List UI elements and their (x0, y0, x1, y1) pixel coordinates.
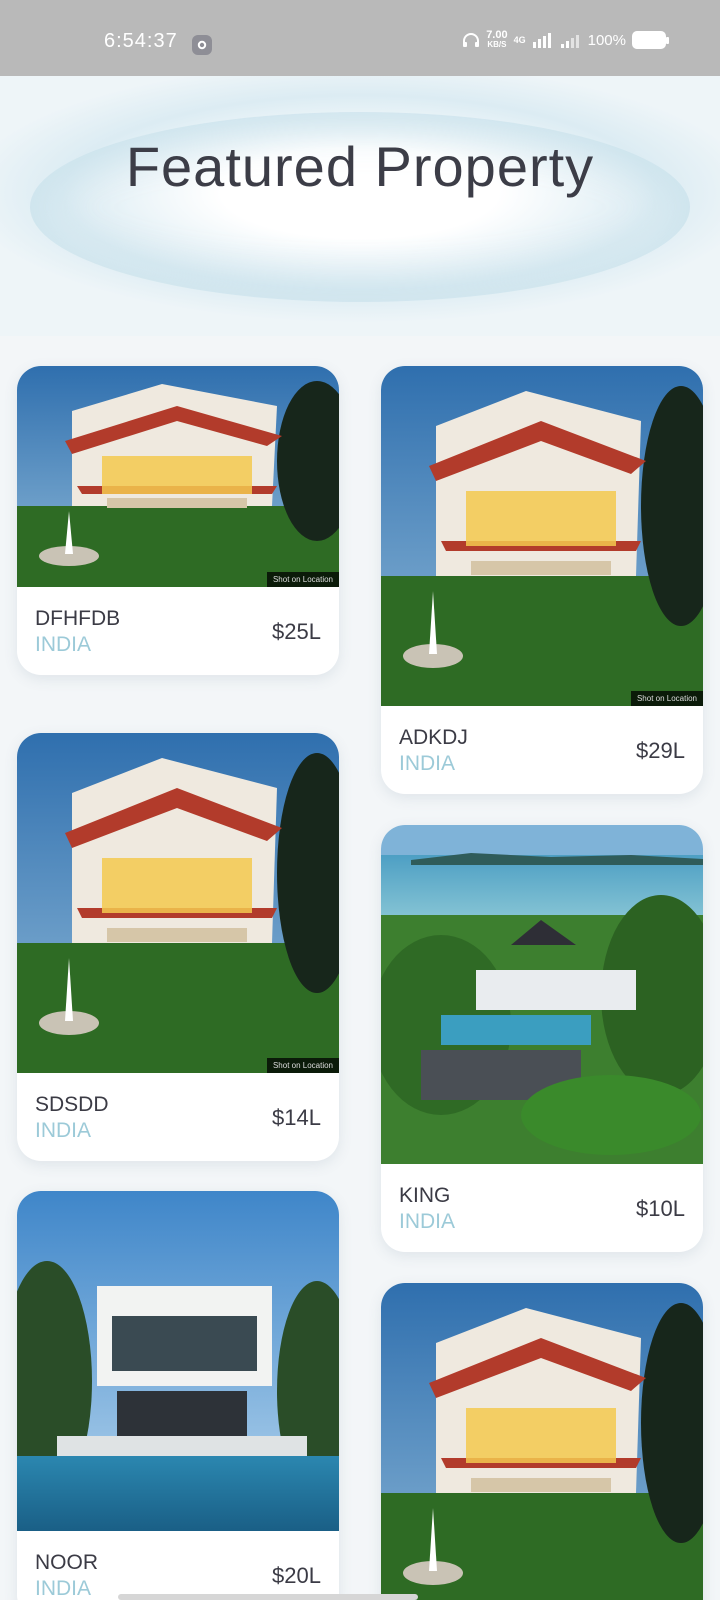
property-price: $29L (636, 738, 685, 763)
photo-tag: Shot on Location (266, 1058, 339, 1073)
property-card[interactable]: Shot on Location SDSDD INDIA $14L (17, 733, 339, 1161)
villa-house-photo (17, 733, 339, 1073)
property-country: INDIA (35, 1577, 92, 1600)
property-price: $14L (272, 1105, 321, 1130)
property-photo (17, 1191, 339, 1531)
battery-percent: 100% (587, 31, 626, 49)
property-price: $20L (272, 1563, 321, 1588)
property-info: DFHFDB INDIA $25L (17, 587, 339, 675)
network-speed: 7.00 KB/S (486, 30, 507, 50)
property-info: SDSDD INDIA $14L (17, 1073, 339, 1161)
photo-tag: Shot on Location (266, 572, 339, 587)
property-name: DFHFDB (35, 607, 121, 630)
property-country: INDIA (399, 1210, 456, 1233)
status-bar: 6:54:37 7.00 KB/S 4G 100% (0, 0, 720, 76)
property-price: $10L (636, 1196, 685, 1221)
modern-pool-house-photo (17, 1191, 339, 1531)
property-country: INDIA (35, 1119, 92, 1142)
property-card[interactable] (381, 1283, 703, 1600)
villa-house-photo (17, 366, 339, 587)
property-card[interactable]: KING INDIA $10L (381, 825, 703, 1252)
status-indicators: 7.00 KB/S 4G 100% (462, 30, 669, 50)
header-banner: Featured Property (0, 76, 720, 336)
property-name: ADKDJ (399, 726, 468, 749)
property-info: NOOR INDIA $20L (17, 1531, 339, 1600)
property-photo: Shot on Location (381, 366, 703, 706)
property-name: NOOR (35, 1551, 98, 1574)
property-info: KING INDIA $10L (381, 1164, 703, 1252)
property-info: ADKDJ INDIA $29L (381, 706, 703, 794)
property-card[interactable]: NOOR INDIA $20L (17, 1191, 339, 1600)
status-time: 6:54:37 (104, 30, 178, 52)
network-type: 4G (513, 35, 526, 45)
property-card[interactable]: Shot on Location DFHFDB INDIA $25L (17, 366, 339, 675)
headphones-icon (463, 33, 480, 47)
property-card[interactable]: Shot on Location ADKDJ INDIA $29L (381, 366, 703, 794)
property-country: INDIA (399, 752, 456, 775)
property-photo: Shot on Location (17, 733, 339, 1073)
villa-house-photo (381, 366, 703, 706)
battery-icon (632, 31, 669, 49)
photo-tag: Shot on Location (630, 691, 703, 706)
speed-unit: KB/S (487, 40, 507, 49)
home-indicator[interactable] (118, 1594, 418, 1600)
property-name: SDSDD (35, 1093, 109, 1116)
signal-icon (532, 33, 551, 48)
property-country: INDIA (35, 633, 92, 656)
property-name: KING (399, 1184, 451, 1207)
property-price: $25L (272, 619, 321, 644)
villa-house-photo (381, 1283, 703, 1600)
property-photo: Shot on Location (17, 366, 339, 587)
page-title: Featured Property (125, 135, 595, 198)
property-photo (381, 1283, 703, 1600)
speed-value: 7.00 (486, 29, 508, 41)
property-photo (381, 825, 703, 1164)
signal-icon-2 (560, 35, 579, 48)
settings-icon (192, 35, 212, 55)
hillside-villa-photo (381, 825, 703, 1164)
